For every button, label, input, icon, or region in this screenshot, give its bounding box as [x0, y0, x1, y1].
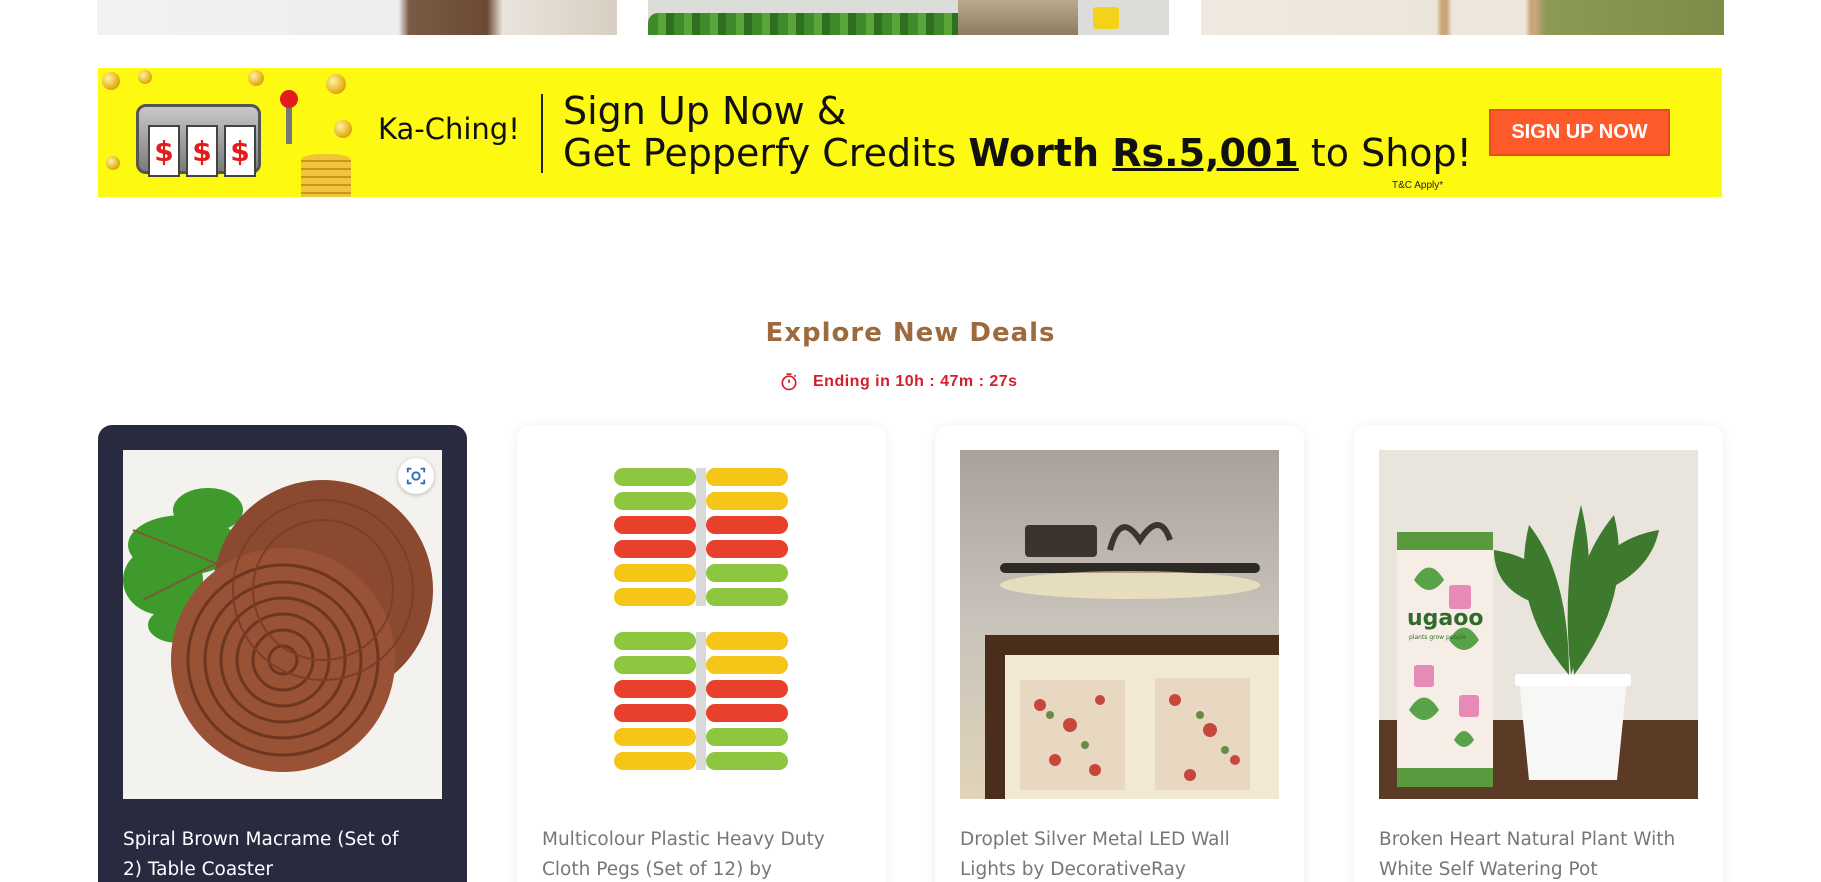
credit-amount: Rs.5,001: [1112, 131, 1299, 175]
kaching-label: Ka-Ching!: [378, 112, 520, 146]
visual-search-icon[interactable]: [398, 458, 434, 494]
product-title[interactable]: Droplet Silver Metal LED Wall Lights by …: [960, 825, 1260, 882]
product-card[interactable]: Spiral Brown Macrame (Set of 2) Table Co…: [98, 425, 467, 882]
mug-decor: [1093, 7, 1119, 29]
headline-line-2: Get Pepperfy Credits Worth Rs.5,001 to S…: [563, 131, 1472, 175]
coin-stack-icon: [301, 154, 351, 197]
product-title[interactable]: Broken Heart Natural Plant With White Se…: [1379, 825, 1679, 882]
stopwatch-icon: [781, 373, 797, 391]
terms-label: T&C Apply*: [1392, 180, 1444, 191]
banner-divider: [541, 94, 543, 173]
coin-icon: [106, 156, 120, 170]
foliage-decor: [648, 13, 978, 35]
slot-reel: $: [224, 125, 256, 177]
banner-headline: Sign Up Now & Get Pepperfy Credits Worth…: [563, 90, 1472, 174]
product-card[interactable]: Droplet Silver Metal LED Wall Lights by …: [935, 425, 1304, 882]
section-title: Explore New Deals: [765, 318, 1056, 348]
deal-timer: Ending in 10h : 47m : 27s: [779, 372, 1018, 392]
coin-icon: [248, 70, 264, 86]
slot-lever-ball: [280, 90, 298, 108]
coin-icon: [334, 120, 352, 138]
coin-icon: [102, 72, 120, 90]
product-title[interactable]: Spiral Brown Macrame (Set of 2) Table Co…: [123, 825, 423, 882]
category-tiles: [97, 0, 1724, 35]
signup-banner[interactable]: $ $ $ Ka-Ching! Sign Up Now & Get Pepper…: [98, 68, 1722, 197]
plant-tube-brand: ugaoo: [1407, 606, 1483, 631]
category-tile-garden[interactable]: [648, 0, 1169, 35]
product-card[interactable]: Multicolour Plastic Heavy Duty Cloth Peg…: [517, 425, 886, 882]
chair-decor: [958, 0, 1078, 35]
timer-text: Ending in 10h : 47m : 27s: [813, 373, 1018, 390]
slot-reel: $: [148, 125, 180, 177]
cloth-pegs-illustration: [542, 450, 861, 799]
plant-pot-illustration: ugaoo plants grow people: [1379, 450, 1698, 799]
macrame-coaster-illustration: [123, 450, 442, 799]
slot-machine-icon: $ $ $: [136, 90, 351, 197]
plant-tube-tagline: plants grow people: [1409, 634, 1467, 641]
wall-light-image[interactable]: [960, 450, 1279, 799]
product-carousel: Spiral Brown Macrame (Set of 2) Table Co…: [98, 425, 1723, 882]
coin-icon: [138, 70, 152, 84]
product-card[interactable]: ugaoo plants grow people Broken Heart Na…: [1354, 425, 1723, 882]
product-title[interactable]: Multicolour Plastic Heavy Duty Cloth Peg…: [542, 825, 842, 882]
wall-light-illustration: [960, 450, 1279, 799]
macrame-coaster-image[interactable]: [123, 450, 442, 799]
signup-button[interactable]: SIGN UP NOW: [1489, 109, 1670, 156]
slot-reel: $: [186, 125, 218, 177]
coin-icon: [326, 74, 346, 94]
plant-pot-image[interactable]: ugaoo plants grow people: [1379, 450, 1698, 799]
headline-line-1: Sign Up Now &: [563, 89, 847, 133]
category-tile-living[interactable]: [1201, 0, 1724, 35]
category-tile-furniture[interactable]: [97, 0, 617, 35]
cloth-pegs-image[interactable]: [542, 450, 861, 799]
